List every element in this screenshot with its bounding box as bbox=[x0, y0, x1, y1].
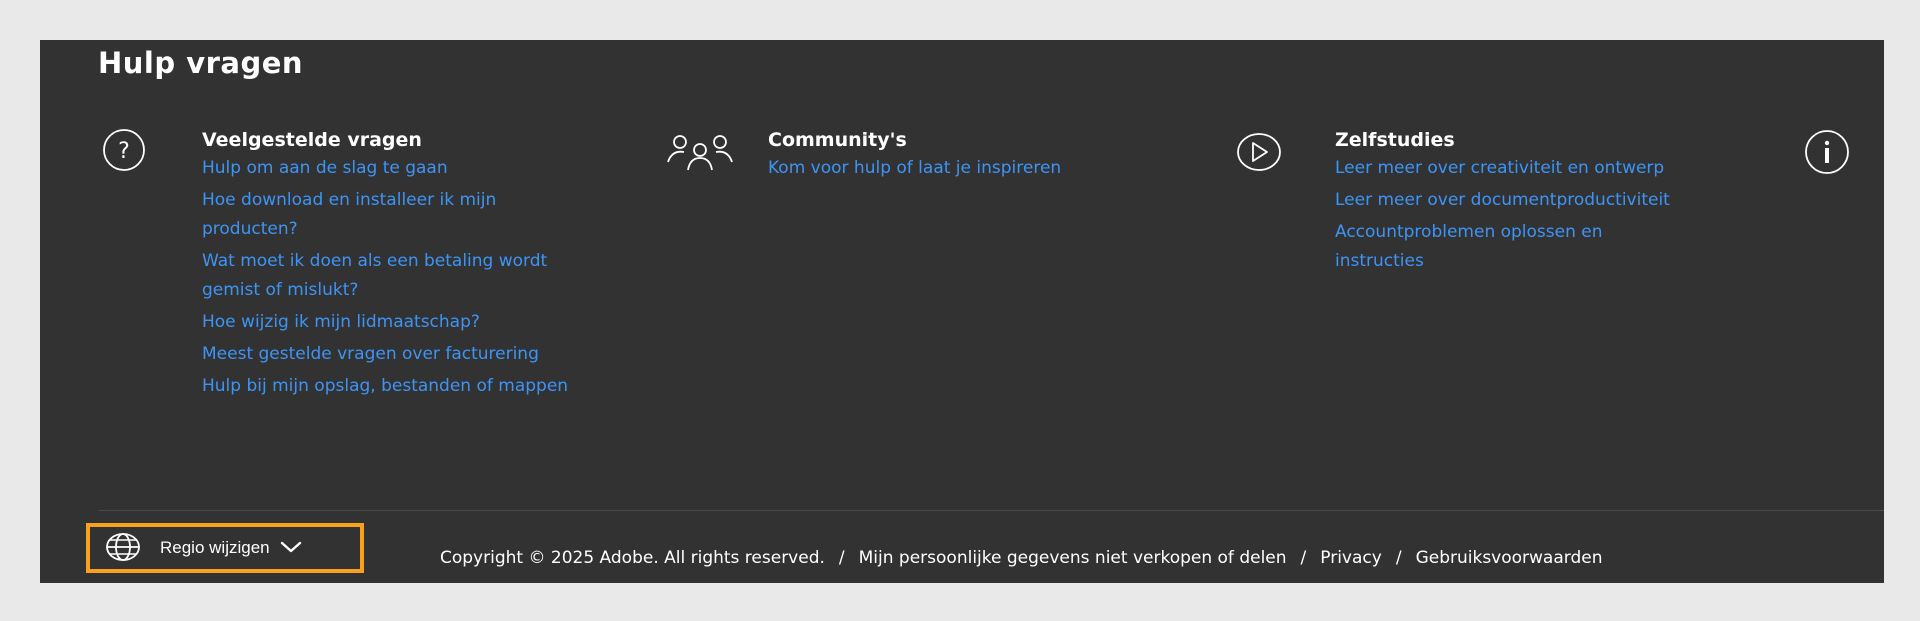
faq-link-change-membership[interactable]: Hoe wijzig ik mijn lidmaatschap? bbox=[202, 308, 582, 337]
faq-link-storage[interactable]: Hulp bij mijn opslag, bestanden of mappe… bbox=[202, 372, 582, 401]
change-region-button[interactable]: Regio wijzigen bbox=[86, 523, 364, 573]
tutorials-links: Leer meer over creativiteit en ontwerp L… bbox=[1335, 154, 1695, 276]
play-circle-icon bbox=[1235, 128, 1283, 180]
tutorials-link-productivity[interactable]: Leer meer over documentproductiviteit bbox=[1335, 186, 1695, 215]
footer-divider bbox=[98, 510, 1884, 511]
question-circle-icon: ? bbox=[102, 128, 146, 176]
footer-separator: / bbox=[1395, 548, 1402, 568]
faq-heading: Veelgestelde vragen bbox=[202, 129, 422, 151]
do-not-sell-link[interactable]: Mijn persoonlijke gegevens niet verkopen… bbox=[859, 548, 1287, 568]
community-heading: Community's bbox=[768, 129, 907, 151]
footer-separator: / bbox=[838, 548, 845, 568]
faq-link-download-install[interactable]: Hoe download en installeer ik mijn produ… bbox=[202, 186, 582, 244]
community-links: Kom voor hulp of laat je inspireren bbox=[768, 154, 1148, 183]
globe-icon bbox=[104, 532, 142, 565]
community-link-inspire[interactable]: Kom voor hulp of laat je inspireren bbox=[768, 154, 1148, 183]
change-region-label: Regio wijzigen bbox=[160, 538, 270, 557]
faq-link-getting-started[interactable]: Hulp om aan de slag te gaan bbox=[202, 154, 582, 183]
footer-legal: Copyright © 2025 Adobe. All rights reser… bbox=[440, 548, 1602, 568]
svg-text:?: ? bbox=[118, 139, 130, 164]
info-circle-icon bbox=[1803, 128, 1851, 180]
people-group-icon bbox=[660, 128, 740, 180]
faq-link-payment-failed[interactable]: Wat moet ik doen als een betaling wordt … bbox=[202, 247, 582, 305]
tutorials-heading: Zelfstudies bbox=[1335, 129, 1455, 151]
section-title: Hulp vragen bbox=[98, 46, 304, 80]
privacy-link[interactable]: Privacy bbox=[1320, 548, 1382, 568]
faq-links: Hulp om aan de slag te gaan Hoe download… bbox=[202, 154, 582, 401]
terms-of-use-link[interactable]: Gebruiksvoorwaarden bbox=[1416, 548, 1603, 568]
help-footer-panel: Hulp vragen ? Veelgestelde vragen Hulp o… bbox=[40, 40, 1884, 583]
tutorials-link-creativity[interactable]: Leer meer over creativiteit en ontwerp bbox=[1335, 154, 1695, 183]
faq-link-billing[interactable]: Meest gestelde vragen over facturering bbox=[202, 340, 582, 369]
chevron-down-icon bbox=[280, 540, 302, 557]
tutorials-link-account[interactable]: Accountproblemen oplossen en instructies bbox=[1335, 218, 1695, 276]
footer-separator: / bbox=[1300, 548, 1307, 568]
copyright-text: Copyright © 2025 Adobe. All rights reser… bbox=[440, 548, 825, 568]
